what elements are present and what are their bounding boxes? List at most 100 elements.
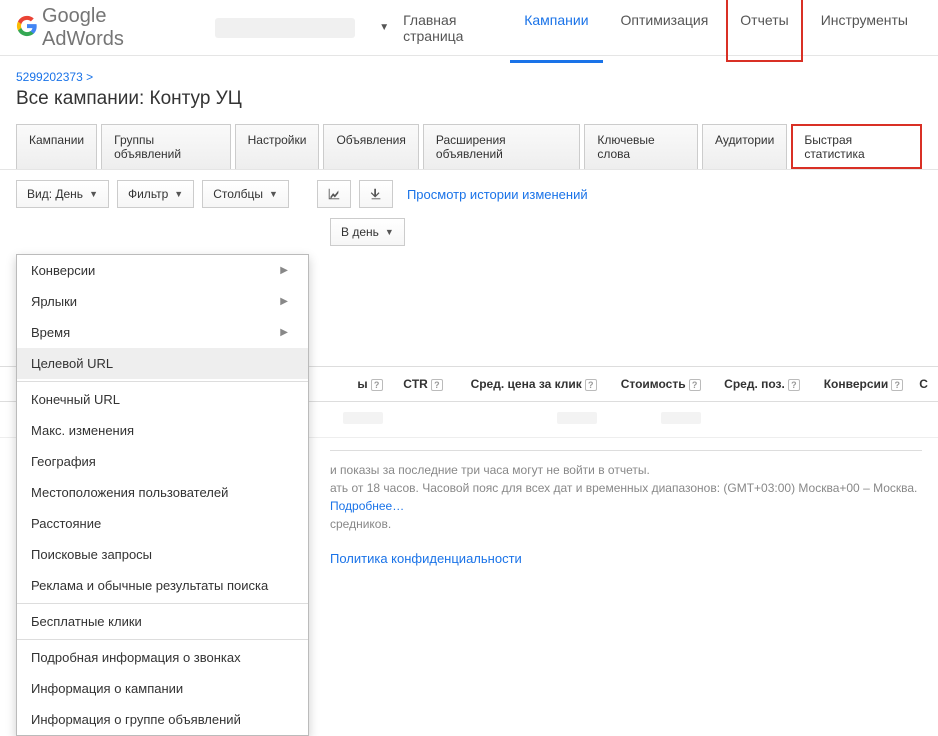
chevron-right-icon: ▶ [280,296,288,307]
view-dropdown: Конверсии ▶ Ярлыки ▶ Время ▶ Целевой URL Конечн… [16,254,309,736]
account-switcher[interactable]: ▼ [215,18,389,38]
download-button[interactable] [359,180,393,208]
top-nav: Главная страница Кампании Оптимизация От… [389,0,922,62]
dropdown-separator [17,381,308,382]
help-icon[interactable]: ? [371,379,383,391]
col-avg-pos[interactable]: Сред. поз.? [709,367,808,402]
help-icon[interactable]: ? [891,379,903,391]
tab-extensions[interactable]: Расширения объявлений [423,124,580,169]
col-avg-pos-label: Сред. поз. [724,377,785,391]
page-head: 5299202373 > Все кампании: Контур УЦ [0,56,938,118]
chevron-down-icon: ▼ [174,189,183,199]
columns-label: Столбцы [213,187,263,201]
dropdown-item-label: Бесплатные клики [31,614,142,629]
dropdown-item-label: Расстояние [31,516,101,531]
dropdown-item-label: Время [31,325,70,340]
nav-tools[interactable]: Инструменты [807,0,922,62]
tab-dimensions[interactable]: Быстрая статистика [791,124,922,169]
breadcrumb-id[interactable]: 5299202373 [16,70,83,84]
dropdown-item-label: Поисковые запросы [31,547,152,562]
dropdown-item[interactable]: Реклама и обычные результаты поиска [17,570,308,601]
col-ctr[interactable]: CTR? [391,367,451,402]
dropdown-item[interactable]: Целевой URL [17,348,308,379]
per-day-button[interactable]: В день ▼ [330,218,405,246]
chart-button[interactable] [317,180,351,208]
tab-settings[interactable]: Настройки [235,124,320,169]
dropdown-item-label: Макс. изменения [31,423,134,438]
col-impr-label: ы [357,377,367,391]
col-last[interactable]: С [911,367,938,402]
account-name-redacted [215,18,355,38]
chevron-down-icon: ▼ [89,189,98,199]
columns-button[interactable]: Столбцы ▼ [202,180,289,208]
sub-tabs: Кампании Группы объявлений Настройки Объ… [0,118,938,169]
privacy-link[interactable]: Политика конфиденциальности [330,551,522,566]
chevron-down-icon: ▼ [379,22,389,33]
help-icon[interactable]: ? [689,379,701,391]
dropdown-item[interactable]: Бесплатные клики [17,606,308,637]
nav-optimization[interactable]: Оптимизация [607,0,723,62]
dropdown-item-label: Конечный URL [31,392,120,407]
dropdown-item[interactable]: Конверсии ▶ [17,255,308,286]
dropdown-item[interactable]: Время ▶ [17,317,308,348]
more-link[interactable]: Подробнее… [330,499,404,513]
dropdown-item-label: Информация о группе объявлений [31,712,241,727]
col-conv[interactable]: Конверсии? [808,367,911,402]
dropdown-separator [17,639,308,640]
dropdown-item[interactable]: Поисковые запросы [17,539,308,570]
nav-reports[interactable]: Отчеты [726,0,802,62]
col-impr-tail[interactable]: ы? [330,367,391,402]
help-icon[interactable]: ? [788,379,800,391]
view-button[interactable]: Вид: День ▼ [16,180,109,208]
dropdown-item[interactable]: Местоположения пользователей [17,477,308,508]
dropdown-item[interactable]: Макс. изменения [17,415,308,446]
dropdown-item[interactable]: Подробная информация о звонках [17,642,308,673]
chevron-right-icon: ▶ [280,265,288,276]
footer-line3: средников. [330,517,391,531]
col-avg-cpc[interactable]: Сред. цена за клик? [451,367,605,402]
tab-audiences[interactable]: Аудитории [702,124,787,169]
dropdown-item[interactable]: Информация о кампании [17,673,308,704]
dropdown-item-label: Целевой URL [31,356,113,371]
dropdown-separator [17,603,308,604]
toolbar-row2: В день ▼ [0,218,938,256]
tab-ads[interactable]: Объявления [323,124,418,169]
dropdown-item-label: Подробная информация о звонках [31,650,241,665]
dropdown-item-label: География [31,454,96,469]
dropdown-item-label: Конверсии [31,263,95,278]
footer-line1: и показы за последние три часа могут не … [330,463,650,477]
dropdown-item[interactable]: Расстояние [17,508,308,539]
dropdown-item[interactable]: Ярлыки ▶ [17,286,308,317]
breadcrumb-sep: > [86,70,93,84]
toolbar: Вид: День ▼ Фильтр ▼ Столбцы ▼ Просмотр … [0,169,938,218]
google-logo-icon [16,15,38,40]
dropdown-item[interactable]: Информация о группе объявлений [17,704,308,735]
dropdown-item[interactable]: География [17,446,308,477]
tab-adgroups[interactable]: Группы объявлений [101,124,231,169]
help-icon[interactable]: ? [585,379,597,391]
page-title: Все кампании: Контур УЦ [16,88,922,110]
cell-redacted [343,412,383,424]
view-label: Вид: День [27,187,83,201]
per-day-label: В день [341,225,379,239]
dropdown-item-label: Ярлыки [31,294,77,309]
nav-campaigns[interactable]: Кампании [510,0,602,62]
col-cost[interactable]: Стоимость? [605,367,709,402]
dropdown-item-label: Местоположения пользователей [31,485,228,500]
tab-campaigns[interactable]: Кампании [16,124,97,169]
breadcrumb[interactable]: 5299202373 > [16,70,922,84]
nav-home[interactable]: Главная страница [389,0,506,62]
download-icon [369,187,383,201]
col-last-label: С [919,377,928,391]
filter-button[interactable]: Фильтр ▼ [117,180,194,208]
view-history-link[interactable]: Просмотр истории изменений [407,187,588,202]
chevron-right-icon: ▶ [280,327,288,338]
dropdown-item[interactable]: Конечный URL [17,384,308,415]
chevron-down-icon: ▼ [269,189,278,199]
col-conv-label: Конверсии [824,377,889,391]
col-avg-cpc-label: Сред. цена за клик [471,377,582,391]
cell-redacted [557,412,597,424]
help-icon[interactable]: ? [431,379,443,391]
tab-keywords[interactable]: Ключевые слова [584,124,698,169]
cell-redacted [661,412,701,424]
